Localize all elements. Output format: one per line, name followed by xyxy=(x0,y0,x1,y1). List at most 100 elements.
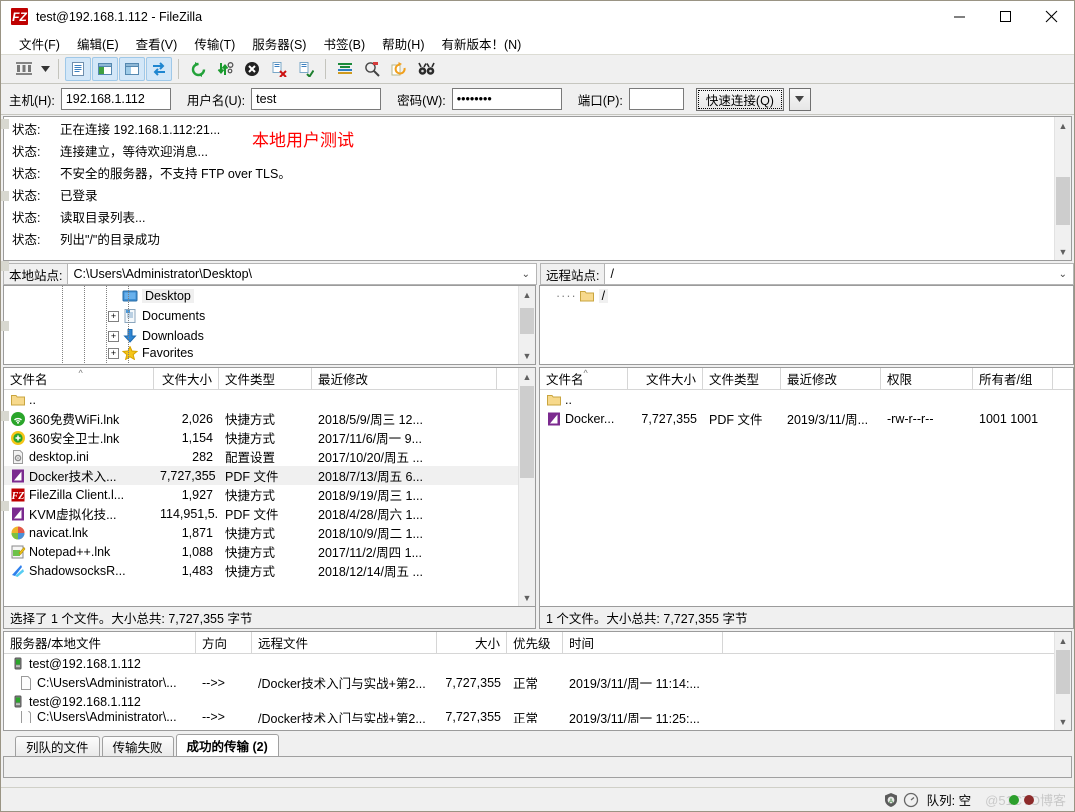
toggle-message-log-button[interactable] xyxy=(65,57,91,81)
cancel-button[interactable] xyxy=(239,57,265,81)
find-files-button[interactable] xyxy=(413,57,439,81)
table-row[interactable]: desktop.ini 282 配置设置 2017/10/20/周五 ... xyxy=(4,447,535,466)
queue-file-row[interactable]: C:\Users\Administrator\... -->> /Docker技… xyxy=(4,673,1071,692)
local-file-list-scrollbar[interactable]: ▲ ▼ xyxy=(518,368,535,606)
column-header-permissions[interactable]: 权限 xyxy=(881,368,973,389)
table-row[interactable]: Notepad++.lnk 1,088 快捷方式 2017/11/2/周四 1.… xyxy=(4,542,535,561)
menu-file[interactable]: 文件(F) xyxy=(11,32,69,55)
message-log[interactable]: 状态: 正在连接 192.168.1.112:21... 状态: 连接建立，等待… xyxy=(3,116,1072,261)
column-header-filetype[interactable]: 文件类型 xyxy=(703,368,781,389)
table-row[interactable]: 360免费WiFi.lnk 2,026 快捷方式 2018/5/9/周三 12.… xyxy=(4,409,535,428)
scrollbar-thumb[interactable] xyxy=(520,308,534,334)
toggle-remote-tree-button[interactable] xyxy=(119,57,145,81)
column-header-direction[interactable]: 方向 xyxy=(196,632,252,653)
column-header-modified[interactable]: 最近修改 xyxy=(781,368,881,389)
expander-icon[interactable]: + xyxy=(108,330,119,342)
lock-shield-icon[interactable]: A xyxy=(883,792,899,808)
menu-edit[interactable]: 编辑(E) xyxy=(69,32,128,55)
close-button[interactable] xyxy=(1028,1,1074,32)
tab-failed-transfers[interactable]: 传输失败 xyxy=(101,736,174,756)
menu-view[interactable]: 查看(V) xyxy=(128,32,187,55)
remote-directory-tree[interactable]: ···· / xyxy=(539,285,1074,365)
site-manager-dropdown-icon[interactable] xyxy=(38,57,52,81)
scroll-down-icon[interactable]: ▼ xyxy=(519,347,535,364)
table-row[interactable]: navicat.lnk 1,871 快捷方式 2018/10/9/周二 1... xyxy=(4,523,535,542)
scroll-up-icon[interactable]: ▲ xyxy=(519,286,535,303)
menu-transfer[interactable]: 传输(T) xyxy=(186,32,244,55)
queue-server-row[interactable]: test@192.168.1.112 xyxy=(4,654,1071,673)
table-row[interactable]: Docker技术入... 7,727,355 PDF 文件 2018/7/13/… xyxy=(4,466,535,485)
refresh-button[interactable] xyxy=(185,57,211,81)
queue-scrollbar[interactable]: ▲ ▼ xyxy=(1054,632,1071,730)
local-file-list[interactable]: 文件名 ^ 文件大小 文件类型 最近修改 .. 360免费WiFi.lnk 2,… xyxy=(3,367,536,607)
column-header-owner-group[interactable]: 所有者/组 xyxy=(973,368,1053,389)
tab-queued-files[interactable]: 列队的文件 xyxy=(15,736,100,756)
column-header-filesize[interactable]: 文件大小 xyxy=(628,368,703,389)
scroll-down-icon[interactable]: ▼ xyxy=(519,589,535,606)
minimize-button[interactable] xyxy=(936,1,982,32)
process-queue-button[interactable] xyxy=(212,57,238,81)
column-header-modified[interactable]: 最近修改 xyxy=(312,368,497,389)
scrollbar-thumb[interactable] xyxy=(520,386,534,478)
message-log-scrollbar[interactable]: ▲ ▼ xyxy=(1054,117,1071,260)
column-header-time[interactable]: 时间 xyxy=(563,632,723,653)
table-row[interactable]: FZ FileZilla Client.l... 1,927 快捷方式 2018… xyxy=(4,485,535,504)
column-header-server-local-file[interactable]: 服务器/本地文件 xyxy=(4,632,196,653)
speed-gauge-icon[interactable] xyxy=(903,792,919,808)
toggle-transfer-queue-button[interactable] xyxy=(146,57,172,81)
column-header-filename[interactable]: 文件名 ^ xyxy=(4,368,154,389)
toggle-local-tree-button[interactable] xyxy=(92,57,118,81)
menu-bookmarks[interactable]: 书签(B) xyxy=(315,32,374,55)
disconnect-button[interactable] xyxy=(266,57,292,81)
folder-icon xyxy=(10,392,26,408)
column-header-priority[interactable]: 优先级 xyxy=(507,632,563,653)
scroll-up-icon[interactable]: ▲ xyxy=(1055,117,1071,134)
column-header-filename[interactable]: 文件名 ^ xyxy=(540,368,628,389)
scroll-up-icon[interactable]: ▲ xyxy=(1055,632,1071,649)
username-input[interactable] xyxy=(251,88,382,110)
menu-server[interactable]: 服务器(S) xyxy=(244,32,315,55)
table-row[interactable]: ShadowsocksR... 1,483 快捷方式 2018/12/14/周五… xyxy=(4,561,535,580)
host-input[interactable] xyxy=(60,88,171,110)
password-input[interactable] xyxy=(451,88,562,110)
queue-server-row[interactable]: test@192.168.1.112 xyxy=(4,692,1071,711)
table-row[interactable]: .. xyxy=(540,390,1073,409)
menu-help[interactable]: 帮助(H) xyxy=(374,32,433,55)
scrollbar-thumb[interactable] xyxy=(1056,650,1070,694)
expander-icon[interactable]: + xyxy=(108,310,119,322)
expander-icon[interactable]: + xyxy=(108,347,119,359)
column-header-filetype[interactable]: 文件类型 xyxy=(219,368,312,389)
site-manager-button[interactable] xyxy=(11,57,37,81)
synchronized-browsing-button[interactable] xyxy=(386,57,412,81)
reconnect-button[interactable] xyxy=(293,57,319,81)
menu-new-version[interactable]: 有新版本！(N) xyxy=(433,32,530,55)
quick-connect-button[interactable]: 快速连接(Q) xyxy=(695,87,784,111)
table-row[interactable]: 360安全卫士.lnk 1,154 快捷方式 2017/11/6/周一 9... xyxy=(4,428,535,447)
local-tree-scrollbar[interactable]: ▲ ▼ xyxy=(518,286,535,364)
tree-item-root[interactable]: ···· / xyxy=(540,286,1073,306)
chevron-down-icon[interactable]: ⌄ xyxy=(522,264,530,284)
remote-file-list[interactable]: 文件名 ^ 文件大小 文件类型 最近修改 权限 所有者/组 .. Docker.… xyxy=(539,367,1074,607)
maximize-button[interactable] xyxy=(982,1,1028,32)
column-header-size[interactable]: 大小 xyxy=(437,632,507,653)
scroll-up-icon[interactable]: ▲ xyxy=(519,368,535,385)
column-header-remote-file[interactable]: 远程文件 xyxy=(252,632,437,653)
remote-site-path-combo[interactable]: / ⌄ xyxy=(604,263,1074,285)
scrollbar-thumb[interactable] xyxy=(1056,177,1070,225)
quick-connect-dropdown-icon[interactable] xyxy=(788,87,811,111)
chevron-down-icon[interactable]: ⌄ xyxy=(1059,264,1067,284)
table-row[interactable]: Docker... 7,727,355 PDF 文件 2019/3/11/周..… xyxy=(540,409,1073,428)
table-row[interactable]: KVM虚拟化技... 114,951,5... PDF 文件 2018/4/28… xyxy=(4,504,535,523)
column-header-filesize[interactable]: 文件大小 xyxy=(154,368,219,389)
compare-directories-button[interactable] xyxy=(359,57,385,81)
scroll-down-icon[interactable]: ▼ xyxy=(1055,243,1071,260)
tab-successful-transfers[interactable]: 成功的传输 (2) xyxy=(175,734,279,756)
filter-button[interactable] xyxy=(332,57,358,81)
scroll-down-icon[interactable]: ▼ xyxy=(1055,713,1071,730)
local-directory-tree[interactable]: Desktop + Documents + Downloads + Favori… xyxy=(3,285,536,365)
queue-file-row[interactable]: C:\Users\Administrator\... -->> /Docker技… xyxy=(4,711,1071,723)
port-input[interactable] xyxy=(628,88,684,110)
table-row[interactable]: .. xyxy=(4,390,535,409)
transfer-queue[interactable]: 服务器/本地文件 方向 远程文件 大小 优先级 时间 test@192.168.… xyxy=(3,631,1072,731)
local-site-path-combo[interactable]: C:\Users\Administrator\Desktop\ ⌄ xyxy=(67,263,537,285)
